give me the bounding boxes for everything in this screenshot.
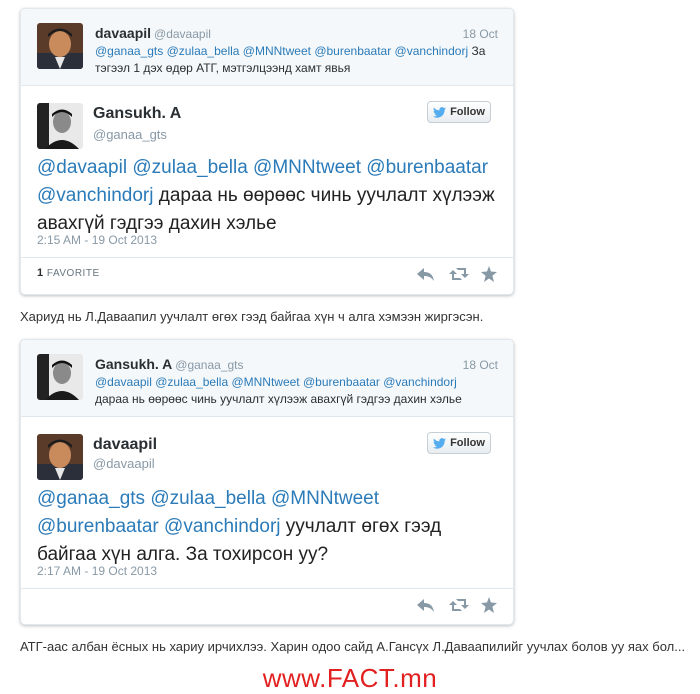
tweet-text: @davaapil @zulaa_bella @MNNtweet @burenb… xyxy=(37,154,499,238)
caption-2: АТГ-аас албан ёсных нь хариу ирчихлээ. Х… xyxy=(20,639,686,654)
embedded-tweet-2: Gansukh. A @ganaa_gts 18 Oct @davaapil @z… xyxy=(20,339,514,625)
reply-mentions[interactable]: @davaapil @zulaa_bella @MNNtweet @burenb… xyxy=(95,375,457,389)
reply-text-body: дараа нь өөрөөс чинь уучлалт хүлээж авах… xyxy=(95,392,462,406)
tweet-timestamp[interactable]: 2:15 AM - 19 Oct 2013 xyxy=(37,233,157,247)
reply-text: @ganaa_gts @zulaa_bella @MNNtweet @buren… xyxy=(95,43,501,77)
tweet-author-name[interactable]: davaapil xyxy=(93,436,157,454)
author-name[interactable]: Gansukh. A xyxy=(95,356,172,372)
reply-date[interactable]: 18 Oct xyxy=(463,358,498,372)
tweet-author-name[interactable]: Gansukh. A xyxy=(93,105,181,123)
retweet-icon[interactable] xyxy=(449,597,469,613)
follow-label: Follow xyxy=(450,106,485,118)
favorite-count-number: 1 xyxy=(37,267,44,279)
caption-1: Хариуд нь Л.Даваапил уучлалт өгөх гээд б… xyxy=(20,309,484,324)
in-reply-to-tweet: davaapil @davaapil 18 Oct @ganaa_gts @zul… xyxy=(21,9,513,86)
reply-author-name[interactable]: davaapil @davaapil xyxy=(95,25,211,41)
in-reply-to-tweet: Gansukh. A @ganaa_gts 18 Oct @davaapil @z… xyxy=(21,340,513,417)
tweet-timestamp[interactable]: 2:17 AM - 19 Oct 2013 xyxy=(37,564,157,578)
follow-button[interactable]: Follow xyxy=(427,432,491,454)
tweet-actions xyxy=(417,597,499,613)
reply-author-name[interactable]: Gansukh. A @ganaa_gts xyxy=(95,356,244,372)
favorite-count[interactable]: 1 FAVORITE xyxy=(37,267,100,279)
reply-text: @davaapil @zulaa_bella @MNNtweet @burenb… xyxy=(95,374,501,408)
author-handle[interactable]: @davaapil xyxy=(154,27,211,41)
favorite-count-label: FAVORITE xyxy=(46,268,100,279)
avatar-davaapil[interactable] xyxy=(37,434,83,480)
retweet-icon[interactable] xyxy=(449,266,469,282)
author-name[interactable]: davaapil xyxy=(95,25,151,41)
twitter-bird-icon xyxy=(433,437,447,449)
embedded-tweet-1: davaapil @davaapil 18 Oct @ganaa_gts @zul… xyxy=(20,8,514,295)
follow-label: Follow xyxy=(450,437,485,449)
reply-icon[interactable] xyxy=(417,597,435,613)
divider xyxy=(21,257,513,258)
twitter-bird-icon xyxy=(433,106,447,118)
divider xyxy=(21,588,513,589)
reply-mentions[interactable]: @ganaa_gts @zulaa_bella @MNNtweet @buren… xyxy=(95,44,468,58)
favorite-star-icon[interactable] xyxy=(481,597,499,613)
avatar-ganaa-gts[interactable] xyxy=(37,354,83,400)
tweet-author-handle[interactable]: @davaapil xyxy=(93,456,155,471)
watermark: www.FACT.mn xyxy=(262,663,438,693)
tweet-author-handle[interactable]: @ganaa_gts xyxy=(93,127,167,142)
favorite-star-icon[interactable] xyxy=(481,266,499,282)
tweet-text: @ganaa_gts @zulaa_bella @MNNtweet @buren… xyxy=(37,485,499,569)
reply-icon[interactable] xyxy=(417,266,435,282)
reply-date[interactable]: 18 Oct xyxy=(463,27,498,41)
avatar-davaapil[interactable] xyxy=(37,23,83,69)
tweet-actions xyxy=(417,266,499,282)
author-handle[interactable]: @ganaa_gts xyxy=(175,358,243,372)
follow-button[interactable]: Follow xyxy=(427,101,491,123)
avatar-ganaa-gts[interactable] xyxy=(37,103,83,149)
